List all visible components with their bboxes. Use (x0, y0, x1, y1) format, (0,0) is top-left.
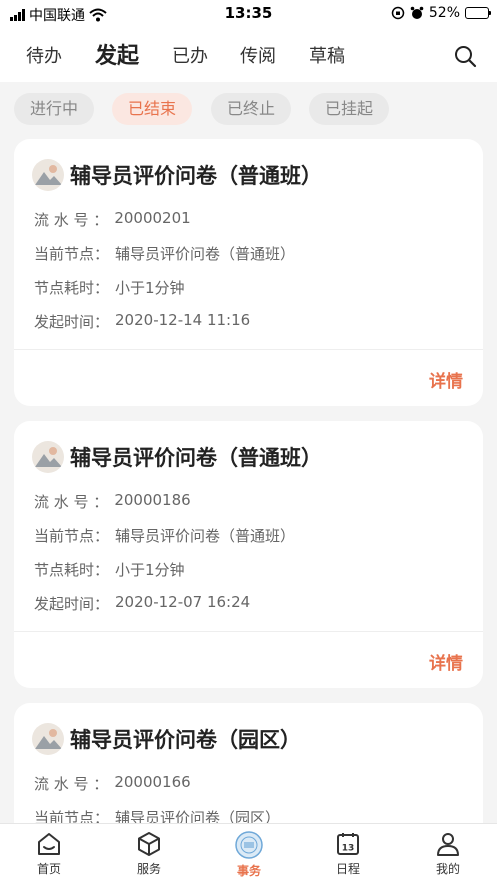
serial-value: 20000201 (114, 209, 191, 227)
card-title: 辅导员评价问卷（园区） (70, 728, 301, 752)
node-label: 当前节点： (34, 245, 110, 263)
cube-icon (138, 832, 160, 856)
process-card[interactable]: 辅导员评价问卷（普通班） 流 水 号 ： 20000186 当前节点： 辅导员评价问… (14, 421, 483, 688)
node-value: 辅导员评价问卷（普通班） (115, 245, 296, 263)
bottom-nav-service[interactable]: 服务 (119, 830, 179, 877)
start-time-value: 2020-12-14 11:16 (115, 311, 251, 329)
duration-value: 小于1分钟 (115, 279, 185, 297)
card-footer: 详情 (14, 349, 483, 406)
bottom-nav-label: 我的 (435, 862, 460, 876)
alarm-icon (410, 6, 424, 19)
filter-ended[interactable]: 已结束 (112, 93, 193, 125)
serial-label: 流 水 号 ： (34, 211, 109, 229)
bottom-nav-mine[interactable]: 我的 (418, 830, 478, 877)
bottom-nav-bar: 首页 服务 事务 13 日程 我的 (0, 823, 497, 883)
filter-terminated[interactable]: 已终止 (211, 93, 292, 125)
bottom-nav-label: 服务 (136, 862, 161, 876)
filter-suspended[interactable]: 已挂起 (309, 93, 390, 125)
serial-row: 流 水 号 ： 20000186 (34, 491, 295, 525)
process-card[interactable]: 辅导员评价问卷（普通班） 流 水 号 ： 20000201 当前节点： 辅导员评价问… (14, 139, 483, 406)
duration-row: 节点耗时： 小于1分钟 (34, 277, 295, 311)
card-header: 辅导员评价问卷（普通班） (32, 157, 322, 193)
card-header: 辅导员评价问卷（园区） (32, 721, 301, 757)
serial-row: 流 水 号 ： 20000166 (34, 773, 280, 807)
node-value: 辅导员评价问卷（普通班） (115, 527, 296, 545)
person-icon (437, 833, 459, 856)
serial-value: 20000186 (114, 491, 191, 509)
serial-label: 流 水 号 ： (34, 493, 109, 511)
status-right: 52% (391, 5, 491, 21)
avatar (32, 159, 64, 191)
duration-label: 节点耗时： (34, 561, 110, 579)
duration-value: 小于1分钟 (115, 561, 185, 579)
card-fields: 流 水 号 ： 20000186 当前节点： 辅导员评价问卷（普通班） 节点耗时： 小… (34, 491, 295, 627)
bottom-nav-affairs[interactable]: 事务 (219, 830, 279, 879)
card-header: 辅导员评价问卷（普通班） (32, 439, 322, 475)
bottom-nav-label: 首页 (36, 862, 61, 876)
detail-link[interactable]: 详情 (429, 367, 463, 392)
bottom-nav-home[interactable]: 首页 (19, 830, 79, 877)
calendar-badge: 13 (342, 844, 355, 854)
duration-row: 节点耗时： 小于1分钟 (34, 559, 295, 593)
bottom-nav-label: 事务 (236, 864, 261, 878)
start-time-row: 发起时间： 2020-12-14 11:16 (34, 311, 295, 345)
card-fields: 流 水 号 ： 20000201 当前节点： 辅导员评价问卷（普通班） 节点耗时： 小… (34, 209, 295, 345)
tab-pending[interactable]: 待办 (26, 42, 62, 68)
bottom-nav-schedule[interactable]: 13 日程 (318, 830, 378, 877)
tab-initiated[interactable]: 发起 (95, 38, 139, 70)
status-filter-bar: 进行中 已结束 已终止 已挂起 (0, 82, 497, 134)
serial-value: 20000166 (114, 773, 191, 791)
search-icon[interactable] (453, 44, 477, 68)
bottom-nav-label: 日程 (335, 862, 360, 876)
calendar-icon: 13 (337, 833, 359, 855)
node-row: 当前节点： 辅导员评价问卷（普通班） (34, 243, 295, 277)
orientation-lock-icon (391, 6, 405, 20)
node-label: 当前节点： (34, 527, 110, 545)
card-title: 辅导员评价问卷（普通班） (70, 164, 322, 188)
card-title: 辅导员评价问卷（普通班） (70, 446, 322, 470)
status-bar: 中国联通 13:35 52% (0, 0, 497, 28)
affairs-logo-icon (235, 831, 263, 859)
start-time-label: 发起时间： (34, 313, 110, 331)
serial-row: 流 水 号 ： 20000201 (34, 209, 295, 243)
battery-icon (465, 7, 491, 19)
start-time-row: 发起时间： 2020-12-07 16:24 (34, 593, 295, 627)
node-row: 当前节点： 辅导员评价问卷（普通班） (34, 525, 295, 559)
start-time-value: 2020-12-07 16:24 (115, 593, 251, 611)
tab-circulated[interactable]: 传阅 (240, 42, 276, 68)
card-footer: 详情 (14, 631, 483, 688)
top-tab-bar: 待办 发起 已办 传阅 草稿 (0, 28, 497, 82)
filter-in-progress[interactable]: 进行中 (14, 93, 95, 125)
start-time-label: 发起时间： (34, 595, 110, 613)
detail-link[interactable]: 详情 (429, 649, 463, 674)
tab-done[interactable]: 已办 (172, 42, 208, 68)
battery-percent: 52% (428, 5, 460, 21)
serial-label: 流 水 号 ： (34, 775, 109, 793)
home-icon (38, 833, 60, 855)
avatar (32, 723, 64, 755)
duration-label: 节点耗时： (34, 279, 110, 297)
tab-drafts[interactable]: 草稿 (309, 42, 345, 68)
avatar (32, 441, 64, 473)
